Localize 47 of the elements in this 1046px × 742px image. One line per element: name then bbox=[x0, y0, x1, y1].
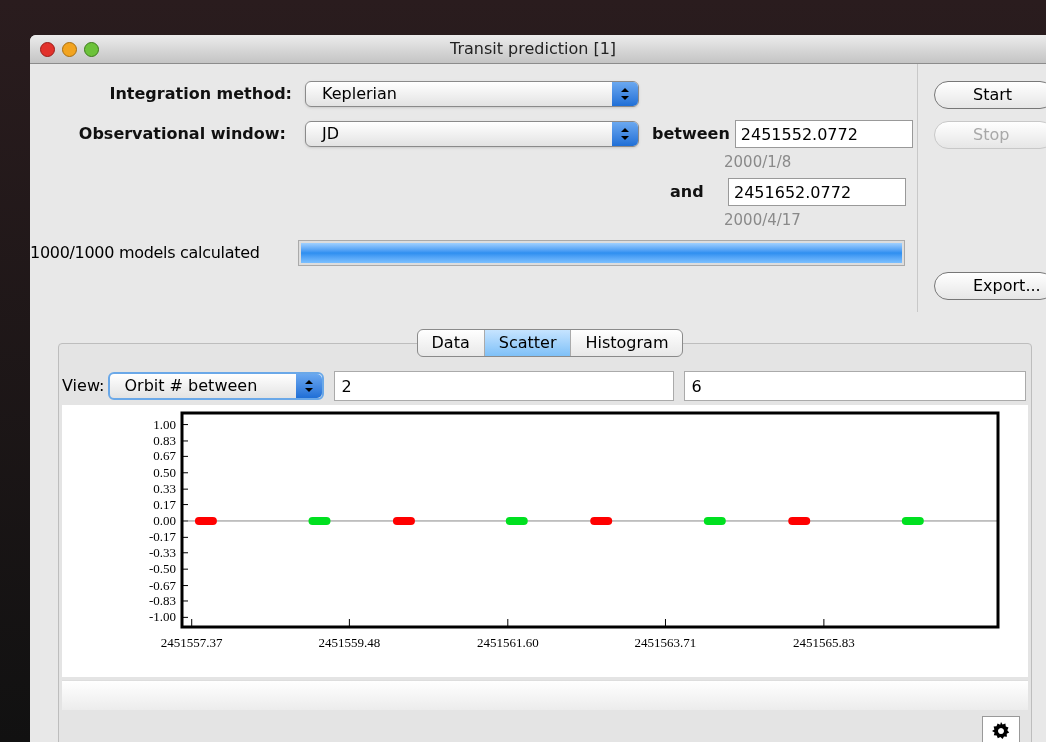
orbit-to-field[interactable]: 6 bbox=[684, 371, 1027, 401]
field-label: Observational window: bbox=[77, 123, 286, 145]
settings-button[interactable] bbox=[982, 716, 1020, 742]
x-tick-label: 2451561.60 bbox=[476, 635, 539, 650]
y-tick-label: 0.83 bbox=[153, 432, 176, 448]
date-hint: 2000/1/8 bbox=[724, 152, 793, 173]
action-button[interactable]: Start bbox=[934, 81, 1046, 109]
horizontal-scrollbar[interactable] bbox=[62, 680, 1028, 710]
y-tick-label: 0.00 bbox=[153, 512, 176, 528]
field-label: and bbox=[670, 181, 705, 203]
x-tick-label: 2451563.71 bbox=[634, 635, 697, 650]
y-tick-label: -0.67 bbox=[148, 577, 176, 593]
minimize-icon[interactable] bbox=[62, 41, 77, 57]
window-title: Transit prediction [1] bbox=[450, 38, 617, 60]
window-dropdown[interactable]: JD bbox=[305, 121, 639, 147]
field-label: Integration method: bbox=[108, 83, 292, 105]
field-label: between bbox=[652, 123, 730, 145]
y-tick-label: 0.50 bbox=[153, 464, 176, 480]
zoom-icon[interactable] bbox=[84, 41, 99, 57]
stepper-icon bbox=[612, 82, 638, 106]
y-tick-label: -0.83 bbox=[148, 592, 176, 608]
y-tick-label: -1.00 bbox=[148, 609, 176, 625]
orbit-from-field[interactable]: 2 bbox=[334, 371, 675, 401]
start-date-field[interactable]: 2451552.0772 bbox=[734, 120, 913, 148]
x-tick-label: 2451557.37 bbox=[160, 635, 223, 650]
y-tick-label: 0.33 bbox=[153, 481, 176, 497]
date-hint: 2000/4/17 bbox=[724, 210, 802, 231]
view-label: View: bbox=[62, 375, 105, 397]
progress-label: 1000/1000 models calculated bbox=[30, 242, 261, 264]
y-tick-label: -0.17 bbox=[148, 529, 176, 545]
settings-icon bbox=[991, 721, 1011, 741]
action-button[interactable]: Export... bbox=[934, 272, 1046, 300]
y-tick-label: -0.33 bbox=[148, 544, 176, 560]
end-date-field[interactable]: 2451652.0772 bbox=[728, 178, 906, 206]
x-tick-label: 2451565.83 bbox=[793, 635, 855, 650]
y-tick-label: 1.00 bbox=[153, 416, 176, 432]
y-tick-label: -0.50 bbox=[148, 561, 176, 577]
method-dropdown[interactable]: Keplerian bbox=[305, 81, 639, 107]
close-icon[interactable] bbox=[40, 41, 55, 57]
stepper-icon bbox=[296, 374, 323, 398]
view-dropdown[interactable]: Orbit # between bbox=[108, 372, 325, 400]
tab[interactable]: Scatter bbox=[483, 330, 571, 356]
y-tick-label: 0.17 bbox=[153, 496, 176, 512]
y-tick-label: 0.67 bbox=[153, 448, 176, 464]
x-tick-label: 2451559.48 bbox=[318, 635, 381, 650]
tab[interactable]: Data bbox=[417, 330, 484, 356]
stepper-icon bbox=[612, 122, 638, 146]
